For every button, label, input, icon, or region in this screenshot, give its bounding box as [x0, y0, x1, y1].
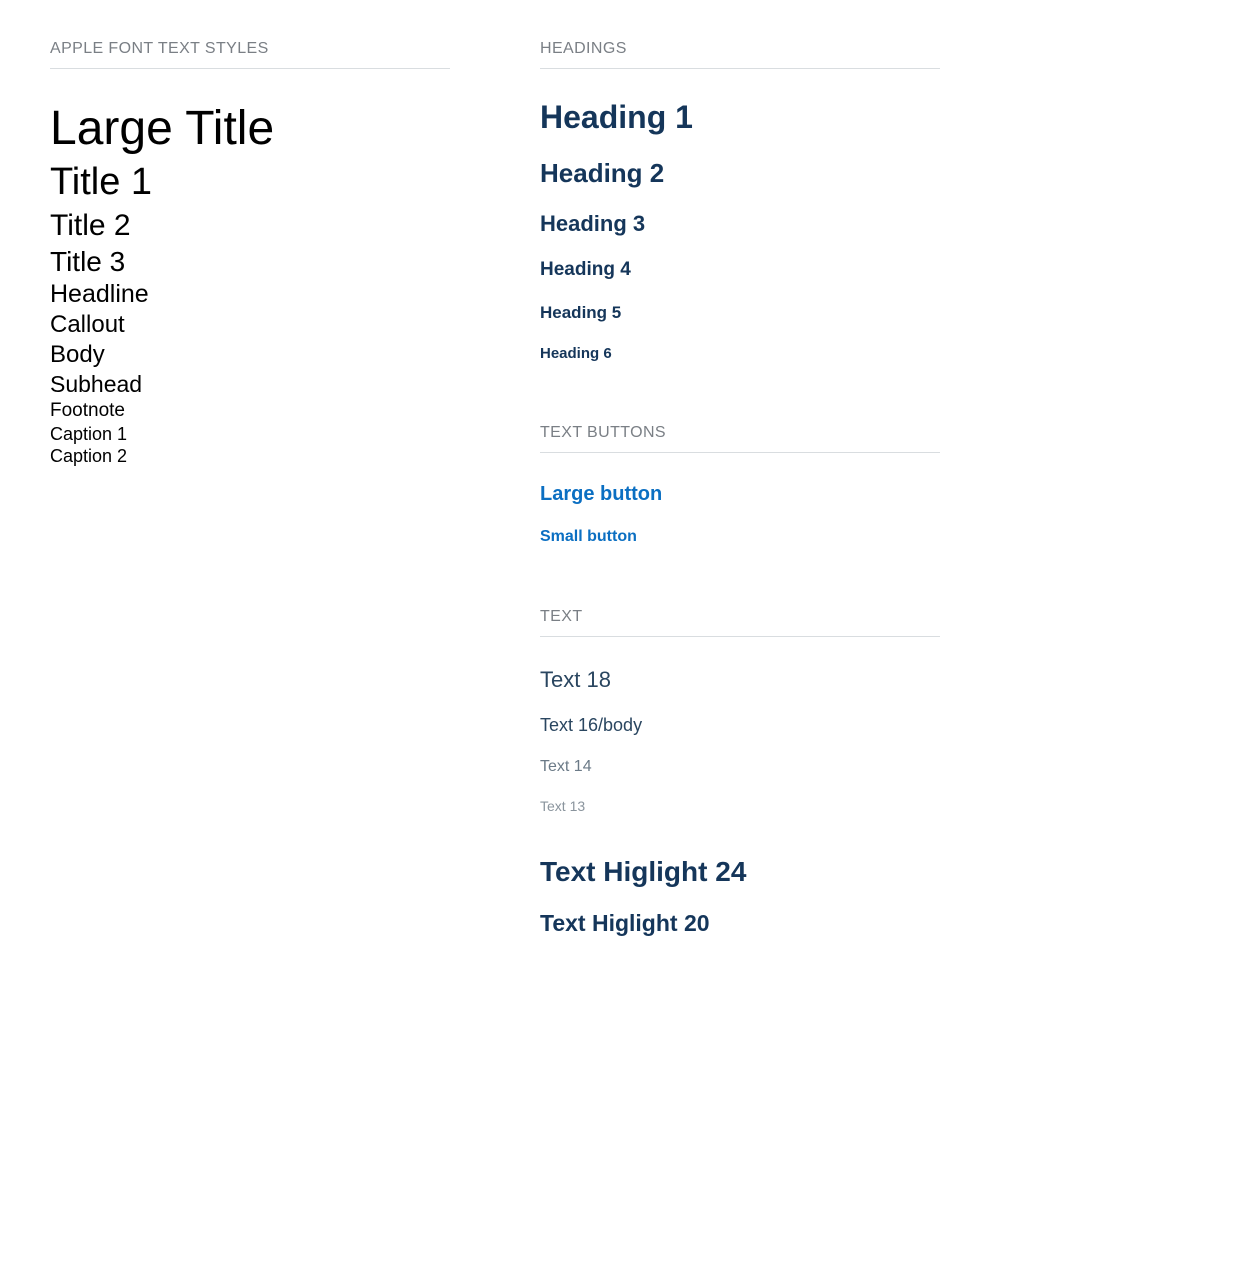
style-headline: Headline	[50, 279, 480, 310]
custom-styles-column: HEADINGS Heading 1 Heading 2 Heading 3 H…	[540, 40, 1188, 959]
style-callout: Callout	[50, 310, 480, 340]
small-button[interactable]: Small button	[540, 528, 1188, 546]
heading-1: Heading 1	[540, 99, 1188, 136]
text-section-label: TEXT	[540, 608, 1188, 626]
style-title-2: Title 2	[50, 207, 480, 245]
heading-2: Heading 2	[540, 158, 1188, 189]
heading-5: Heading 5	[540, 303, 1188, 323]
text-buttons-section-label: TEXT BUTTONS	[540, 424, 1188, 442]
style-title-3: Title 3	[50, 244, 480, 279]
heading-3: Heading 3	[540, 211, 1188, 237]
style-subhead: Subhead	[50, 370, 480, 399]
style-caption-2: Caption 2	[50, 445, 480, 468]
headings-section-label: HEADINGS	[540, 40, 1188, 58]
text-highlight-20: Text Higlight 20	[540, 910, 1188, 937]
text-highlight-24: Text Higlight 24	[540, 856, 1188, 888]
text-13: Text 13	[540, 798, 1188, 814]
style-body: Body	[50, 340, 480, 370]
text-14: Text 14	[540, 758, 1188, 776]
divider	[540, 68, 940, 69]
text-18: Text 18	[540, 667, 1188, 693]
style-title-1: Title 1	[50, 159, 480, 207]
style-footnote: Footnote	[50, 399, 480, 423]
headings-group: Heading 1 Heading 2 Heading 3 Heading 4 …	[540, 99, 1188, 362]
style-caption-1: Caption 1	[50, 423, 480, 446]
heading-4: Heading 4	[540, 259, 1188, 281]
heading-6: Heading 6	[540, 345, 1188, 362]
apple-section-label: APPLE FONT TEXT STYLES	[50, 40, 480, 58]
divider	[50, 68, 450, 69]
style-large-title: Large Title	[50, 99, 480, 159]
divider	[540, 636, 940, 637]
apple-font-styles-column: APPLE FONT TEXT STYLES Large Title Title…	[50, 40, 480, 959]
text-16-body: Text 16/body	[540, 715, 1188, 736]
large-button[interactable]: Large button	[540, 483, 1188, 506]
divider	[540, 452, 940, 453]
